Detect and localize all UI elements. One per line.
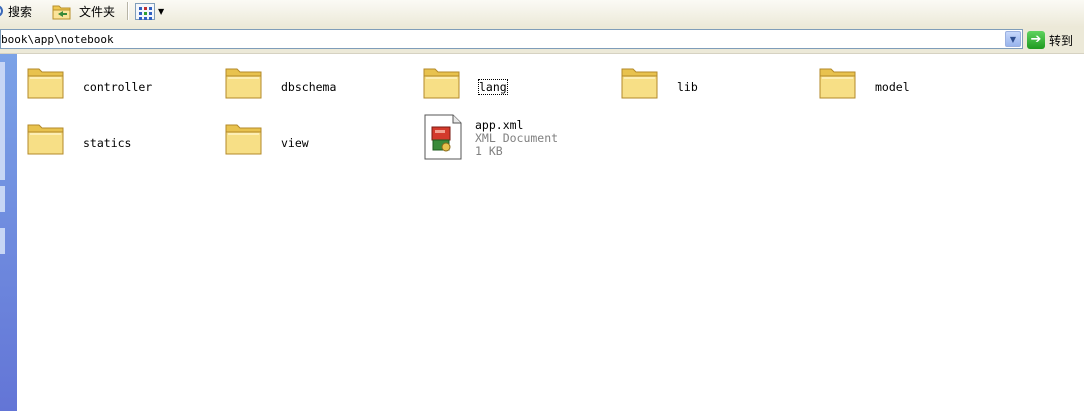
- toolbar-separator: [127, 2, 129, 20]
- folder-name: dbschema: [281, 80, 337, 94]
- search-button[interactable]: 搜索: [0, 0, 32, 22]
- task-pane-section[interactable]: [0, 62, 5, 180]
- folders-button-label: 文件夹: [79, 4, 116, 19]
- toolbar: 搜索 文件夹 ▼: [0, 0, 1084, 28]
- folders-button[interactable]: 文件夹: [51, 0, 115, 22]
- chevron-down-icon: ▼: [158, 6, 165, 16]
- views-button[interactable]: ▼: [135, 0, 164, 22]
- search-button-label: 搜索: [8, 4, 33, 19]
- folder-icon: [621, 68, 658, 99]
- chevron-down-icon: ▼: [1009, 34, 1017, 44]
- folder-item[interactable]: dbschema: [223, 62, 363, 106]
- folder-icon: [225, 124, 262, 155]
- views-icon: [135, 2, 155, 20]
- folder-item[interactable]: lib: [619, 62, 759, 106]
- file-list: controller dbschema lang lib model stati…: [17, 54, 1084, 411]
- folder-name: lang: [478, 79, 508, 95]
- folder-name: statics: [83, 136, 132, 150]
- folder-item[interactable]: statics: [25, 118, 165, 162]
- task-pane-section[interactable]: [0, 228, 5, 254]
- folder-item[interactable]: controller: [25, 62, 165, 106]
- folder-name: view: [281, 136, 309, 150]
- folder-name: lib: [677, 80, 698, 94]
- address-dropdown-button[interactable]: ▼: [1005, 31, 1021, 47]
- folder-name: model: [875, 80, 910, 94]
- folder-item[interactable]: lang: [421, 62, 561, 106]
- file-size: 1 KB: [475, 144, 503, 158]
- go-button[interactable]: ➔ 转到: [1027, 30, 1073, 50]
- folder-item[interactable]: model: [817, 62, 957, 106]
- go-arrow-icon: ➔: [1027, 31, 1045, 49]
- folder-icon: [819, 68, 856, 99]
- folder-name: controller: [83, 80, 153, 94]
- address-path: book\app\notebook: [1, 33, 114, 46]
- folder-icon: [27, 124, 64, 155]
- task-pane: [0, 54, 17, 411]
- folder-icon: [423, 68, 460, 99]
- xml-document-icon: [424, 114, 462, 160]
- file-item[interactable]: app.xml XML Document 1 KB: [421, 111, 581, 163]
- folder-icon: [27, 68, 64, 99]
- search-icon: [0, 5, 3, 17]
- folder-item[interactable]: view: [223, 118, 363, 162]
- folder-icon: [225, 68, 262, 99]
- address-bar: book\app\notebook ▼ ➔ 转到: [0, 27, 1084, 54]
- go-button-label: 转到: [1049, 33, 1074, 48]
- address-field[interactable]: book\app\notebook ▼: [0, 29, 1023, 49]
- folders-icon: [52, 5, 71, 20]
- task-pane-section[interactable]: [0, 186, 5, 212]
